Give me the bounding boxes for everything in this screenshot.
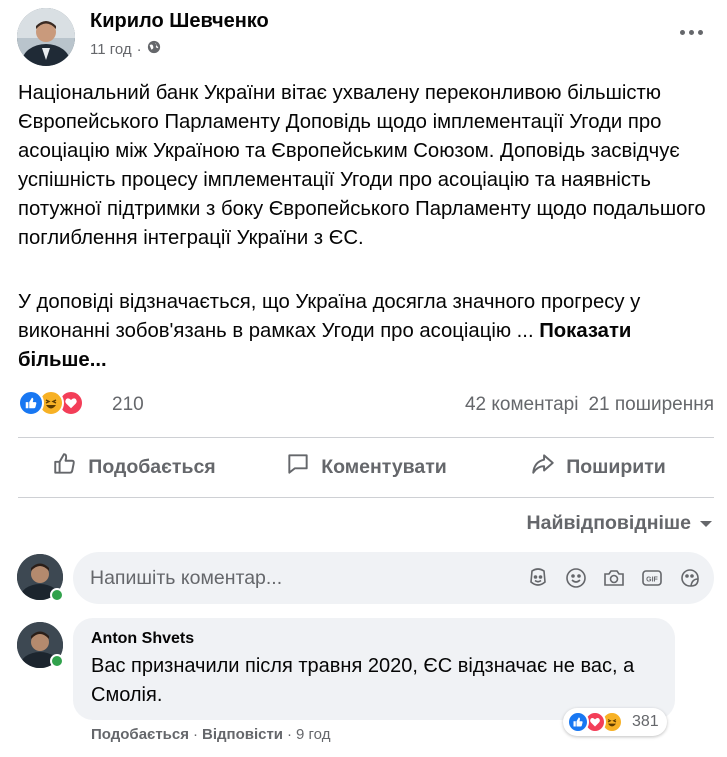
comment-button[interactable]: Коментувати bbox=[250, 444, 482, 490]
share-button[interactable]: Поширити bbox=[482, 444, 714, 490]
post-time[interactable]: 11 год bbox=[90, 41, 132, 58]
shares-count[interactable]: 21 поширення bbox=[588, 394, 714, 416]
globe-icon bbox=[147, 40, 161, 58]
comment-reactions[interactable]: 381 bbox=[563, 708, 667, 736]
reactions-summary: 210 42 коментарі 21 поширення bbox=[18, 390, 714, 420]
like-button-label: Подобається bbox=[88, 455, 216, 478]
divider bbox=[18, 437, 714, 438]
meta-separator: · bbox=[192, 726, 198, 743]
post-meta: 11 год · bbox=[90, 40, 161, 58]
comment-button-label: Коментувати bbox=[321, 455, 447, 478]
post-paragraph-2: У доповіді відзначається, що Україна дос… bbox=[18, 288, 718, 375]
emoji-icon[interactable] bbox=[564, 566, 588, 590]
gif-icon[interactable]: GIF bbox=[640, 566, 664, 590]
comment-like-link[interactable]: Подобається bbox=[91, 726, 189, 743]
online-status-indicator bbox=[50, 654, 64, 668]
avatar-sticker-icon[interactable] bbox=[526, 566, 550, 590]
comment-text: Вас призначили після травня 2020, ЄС від… bbox=[91, 655, 635, 706]
composer-icons: GIF bbox=[526, 566, 702, 590]
comments-sort-dropdown[interactable]: Найвідповідніше bbox=[527, 512, 713, 535]
comment-time[interactable]: 9 год bbox=[296, 726, 330, 743]
like-button[interactable]: Подобається bbox=[18, 444, 250, 490]
like-icon bbox=[18, 390, 44, 416]
comment-author-name[interactable]: Anton Shvets bbox=[91, 630, 194, 648]
online-status-indicator bbox=[50, 588, 64, 602]
comment-meta: Подобається · Відповісти · 9 год bbox=[91, 726, 330, 743]
post-paragraph-1: Національний банк України вітає ухвалену… bbox=[18, 82, 706, 249]
caret-down-icon bbox=[699, 512, 713, 535]
camera-icon[interactable] bbox=[602, 566, 626, 590]
sticker-icon[interactable] bbox=[678, 566, 702, 590]
like-icon bbox=[567, 711, 589, 733]
comment-reaction-count: 381 bbox=[632, 713, 659, 730]
share-button-label: Поширити bbox=[566, 455, 666, 478]
reaction-count[interactable]: 210 bbox=[112, 394, 144, 416]
comment-icon bbox=[285, 451, 311, 483]
thumbs-up-icon bbox=[52, 451, 78, 483]
divider bbox=[18, 497, 714, 498]
post-author-name[interactable]: Кирило Шевченко bbox=[90, 10, 269, 33]
engagement-stats: 42 коментарі 21 поширення bbox=[465, 394, 714, 416]
comments-count[interactable]: 42 коментарі bbox=[465, 394, 578, 416]
meta-separator: · bbox=[287, 726, 293, 743]
reaction-icons[interactable] bbox=[18, 390, 84, 416]
share-icon bbox=[530, 451, 556, 483]
comment-bubble: Anton Shvets Вас призначили після травня… bbox=[73, 618, 675, 720]
author-avatar[interactable] bbox=[17, 8, 75, 66]
comment-input[interactable] bbox=[90, 552, 490, 604]
comment-composer: GIF bbox=[73, 552, 714, 604]
svg-text:GIF: GIF bbox=[646, 577, 658, 584]
post-options-button[interactable] bbox=[677, 22, 705, 42]
post-actions: Подобається Коментувати Поширити bbox=[18, 444, 714, 490]
sort-label: Найвідповідніше bbox=[526, 512, 691, 534]
comment-reply-link[interactable]: Відповісти bbox=[202, 726, 283, 743]
